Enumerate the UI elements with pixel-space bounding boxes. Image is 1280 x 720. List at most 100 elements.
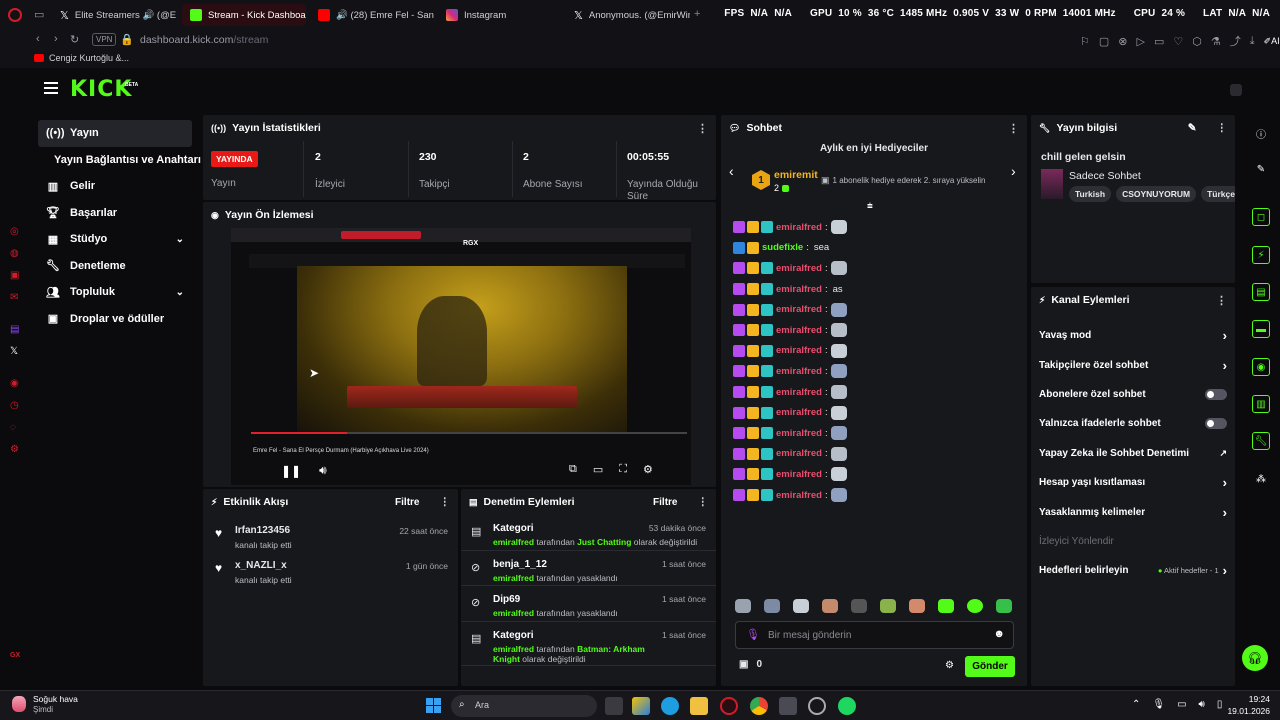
nav-item-stream[interactable]: ((•)) Yayın [38,120,192,147]
chat-username[interactable]: emiralfred [776,407,822,418]
clock-time[interactable]: 19:24 [1222,694,1270,704]
bookmark-icon[interactable]: ⚐ [1080,35,1090,48]
tag-chip[interactable]: Türkçe [1201,186,1235,202]
vpn-badge[interactable]: VPN [92,33,117,46]
kebab-menu-icon[interactable]: ⋮ [1217,122,1228,134]
action-goals[interactable]: Hedefleri belirleyin ● Aktif hedefler - 1… [1031,556,1235,585]
emote-icon[interactable] [830,220,847,235]
support-icon[interactable]: 🎧︎ [1242,645,1268,671]
bookmark-item[interactable]: Cengiz Kurtoğlu &... [34,53,129,63]
nav-item-achievements[interactable]: 🏆︎ Başarılar [38,200,192,227]
x-icon[interactable]: 𝕏 [10,346,18,357]
action-followers-only[interactable]: Takipçilere özel sohbet › [1031,350,1235,379]
tab-kick-dashboard[interactable]: Stream - Kick Dashboard [182,4,306,26]
activity-filter-button[interactable]: Filtre [395,497,419,508]
network-icon[interactable]: ▭ [1177,699,1186,710]
volume-icon[interactable]: 🔊︎ [319,463,327,478]
nav-item-stream-key[interactable]: Yayın Bağlantısı ve Anahtarı [38,147,201,174]
mic-icon[interactable]: 🎙︎ [1152,699,1165,710]
emote-icon[interactable] [851,599,867,613]
hamburger-icon[interactable] [44,82,58,94]
modlog-filter-button[interactable]: Filtre [653,497,677,508]
history-icon[interactable]: ◷ [10,400,19,411]
theater-icon[interactable]: ▭ [593,463,603,476]
category-link[interactable]: Just Chatting [577,537,631,547]
emote-icon[interactable] [793,599,809,613]
tray-overflow-icon[interactable]: ⌃ [1132,699,1140,710]
emote-icon[interactable] [830,302,847,317]
player-icon[interactable]: ◉ [10,378,19,389]
emote-icon[interactable] [996,599,1012,613]
pin-icon[interactable]: ▭ [1154,35,1164,48]
chrome-icon[interactable] [750,697,768,715]
chat-username[interactable]: emiralfred [776,490,822,501]
wrench-icon[interactable]: 🔧︎ [1252,432,1270,450]
tab-instagram[interactable]: Instagram [438,4,562,26]
channel-points[interactable]: ▣ 0 [739,659,762,670]
reload-icon[interactable]: ↻ [70,33,79,46]
nav-item-moderation[interactable]: 🔧︎ Denetleme [38,253,192,280]
tag-chip[interactable]: CSOYNUYORUM [1116,186,1197,202]
wallet-icon[interactable]: ◌ [10,422,16,433]
chat-username[interactable]: emiralfred [776,387,822,398]
chat-username[interactable]: emiralfred [776,325,822,336]
chat-username[interactable]: emiralfred [776,345,822,356]
emote-icon[interactable] [830,261,847,276]
weather-text[interactable]: Soğuk hava [33,694,78,704]
chat-icon[interactable]: ▬ [1252,320,1270,338]
speaker-icon[interactable]: 🔊︎ [1199,699,1205,710]
tools-icon[interactable]: ⚗ [1211,35,1221,48]
download-icon[interactable]: ⤓ [1250,35,1255,48]
gx-icon[interactable]: GX [10,652,20,659]
forward-icon[interactable]: › [54,33,58,45]
weather-icon[interactable] [12,696,26,712]
back-icon[interactable]: ‹ [36,33,40,45]
emote-icon[interactable] [830,364,847,379]
actor-link[interactable]: emiralfred [493,537,534,547]
kebab-menu-icon[interactable]: ⋮ [440,496,451,508]
activity-user[interactable]: Irfan123456 [235,525,290,536]
edge-icon[interactable] [661,697,679,715]
action-account-age[interactable]: Hesap yaşı kısıtlaması › [1031,468,1235,497]
pin-toggle-icon[interactable]: ⩧ [867,201,873,212]
nav-item-revenue[interactable]: ▥ Gelir [38,173,192,200]
url-field[interactable]: dashboard.kick.com/stream [140,34,268,46]
preview-video[interactable]: RGX Emre Fel - Sana El Persçe Durmam (Ha… [231,228,691,485]
nav-item-drops[interactable]: ▣ Droplar ve ödüller [38,306,192,333]
send-button[interactable]: Gönder [965,656,1015,677]
chat-username[interactable]: emiralfred [776,304,822,315]
emote-icon[interactable] [830,385,847,400]
widgets-icon[interactable] [632,697,650,715]
chat-username[interactable]: emiralfred [776,469,822,480]
moderation-icon[interactable]: ▥ [1252,395,1270,413]
snapshot-icon[interactable]: ▢ [1099,35,1109,48]
extensions-icon[interactable]: ⬡ [1192,35,1202,48]
clock-date[interactable]: 19.01.2026 [1222,706,1270,716]
emote-icon[interactable] [822,599,838,613]
action-banned-words[interactable]: Yasaklanmış kelimeler › [1031,497,1235,526]
nav-item-studio[interactable]: ▦ Stüdyo ⌄ [38,226,192,253]
task-view-icon[interactable] [605,697,623,715]
file-explorer-icon[interactable] [690,697,708,715]
chevron-left-icon[interactable]: ‹ [729,163,734,179]
fullscreen-icon[interactable]: ⛶ [619,463,627,476]
pause-icon[interactable]: ❚❚ [281,464,301,478]
chat-username[interactable]: emiralfred [776,263,822,274]
profile-icon[interactable] [1230,84,1242,96]
settings-icon[interactable]: ⚙ [10,444,19,455]
emote-icon[interactable] [830,405,847,420]
chevron-right-icon[interactable]: › [1011,163,1016,179]
emote-icon[interactable] [830,446,847,461]
heart-icon[interactable]: ♡ [1173,35,1183,48]
chat-input[interactable]: 🎙︎ Bir mesaj gönderin ☻ [735,621,1014,649]
settings-icon[interactable]: ⚙ [643,463,653,476]
edit-icon[interactable]: ✎ [1188,122,1197,134]
ai-button[interactable]: ✐ AI [1264,36,1280,47]
emote-icon[interactable] [938,599,954,613]
tab-anonymous[interactable]: 𝕏Anonymous. (@EmirWinch [566,4,690,26]
opera-logo-icon[interactable] [8,8,22,22]
emote-icon[interactable] [830,343,847,358]
action-ai-moderation[interactable]: Yapay Zeka ile Sohbet Denetimi ↗ [1031,439,1235,468]
kebab-menu-icon[interactable]: ⋮ [1008,122,1019,135]
play-icon[interactable]: ▷ [1137,35,1145,48]
